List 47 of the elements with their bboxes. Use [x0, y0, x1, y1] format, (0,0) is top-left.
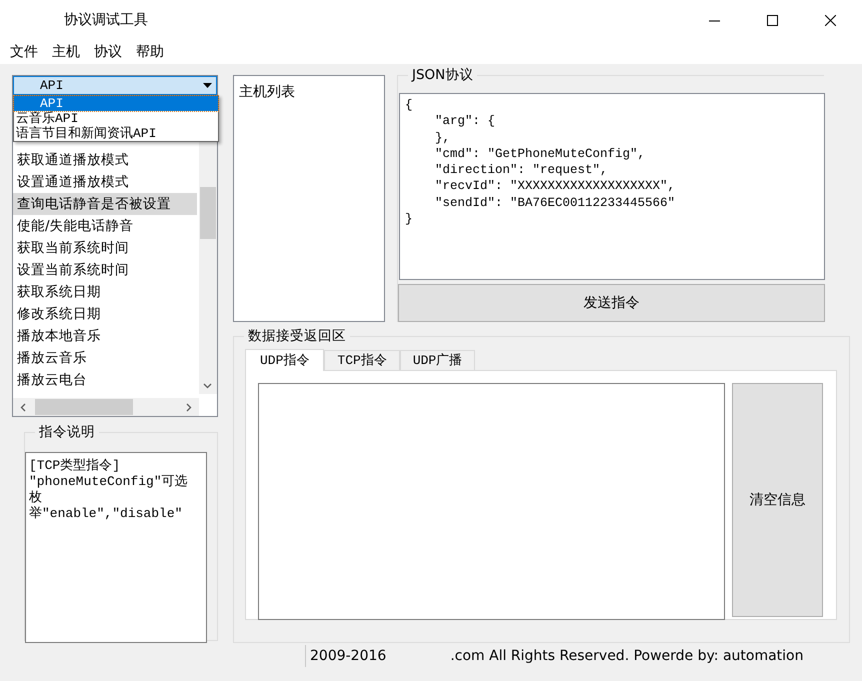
list-title: 主机列表 [239, 84, 295, 100]
code-line: { [405, 97, 414, 114]
code-line: "cmd": "GetPhoneMuteConfig", [434, 146, 646, 162]
maximize-icon [766, 14, 778, 26]
dropdown-option[interactable]: API [14, 96, 218, 111]
list-item[interactable]: 查询电话静音是否被设置 [13, 193, 197, 215]
scroll-down-icon[interactable] [203, 381, 212, 390]
status-text: .com All Rights Reserved. Powerde by: automation [450, 647, 804, 665]
scroll-left-icon[interactable] [19, 403, 28, 412]
tab[interactable]: UDP指令 [245, 349, 324, 371]
code-line: }, [434, 130, 452, 146]
instruction-text-box[interactable]: [TCP类型指令] "phoneMuteConfig"可选 枚 举"enable","disable" [25, 452, 207, 643]
menu-item[interactable]: 帮助 [129, 40, 171, 64]
window-title: 协议调试工具 [64, 10, 148, 30]
scrollbar-thumb[interactable] [200, 187, 216, 239]
instruction-line: "phoneMuteConfig"可选 [29, 474, 189, 490]
status-text: 2009-2016 [310, 647, 386, 665]
instruction-line: [TCP类型指令] [29, 458, 122, 474]
code-line: "direction": "request", [434, 162, 609, 178]
menu-item[interactable]: 主机 [45, 40, 87, 64]
code-line: "sendId": "BA76EC00112233445566" [434, 194, 676, 212]
dropdown-option[interactable]: 语言节目和新闻资讯API [14, 126, 218, 141]
scrollbar-thumb[interactable] [35, 399, 133, 415]
menu-item[interactable]: 文件 [3, 40, 45, 64]
instruction-line: 举"enable","disable" [29, 506, 184, 522]
json-editor[interactable]: { "arg": { }, "cmd": "GetPhoneMuteConfig", "direction": "request", "recvId": "XXXXXXXXXXXXXXXXXXX", "sendId": "BA76EC00112233445566" } [399, 93, 825, 280]
menu-item[interactable]: 协议 [87, 40, 129, 64]
code-line: "recvId": "XXXXXXXXXXXXXXXXXXX", [434, 178, 676, 195]
clear-button[interactable]: 清空信息 [732, 383, 823, 617]
group-title: 数据接受返回区 [244, 327, 350, 345]
tab[interactable]: UDP广播 [400, 350, 476, 370]
vertical-scrollbar[interactable] [199, 140, 217, 394]
code-line: } [405, 211, 414, 228]
tab[interactable]: TCP指令 [324, 350, 400, 370]
horizontal-scrollbar[interactable] [13, 398, 199, 416]
api-dropdown[interactable]: API [13, 76, 217, 95]
host-list[interactable]: 主机列表 [233, 75, 385, 322]
group-title: 指令说明 [35, 423, 99, 441]
group-title: JSON协议 [408, 66, 478, 84]
dropdown-option[interactable]: 云音乐API [14, 111, 218, 126]
output-text-box[interactable] [258, 383, 725, 620]
caret-icon [203, 83, 212, 88]
instruction-line: 枚 [29, 490, 43, 506]
send-button[interactable]: 发送指令 [398, 284, 825, 322]
close-icon [824, 14, 836, 26]
code-line: "arg": { [434, 113, 496, 130]
scroll-right-icon[interactable] [184, 403, 193, 412]
